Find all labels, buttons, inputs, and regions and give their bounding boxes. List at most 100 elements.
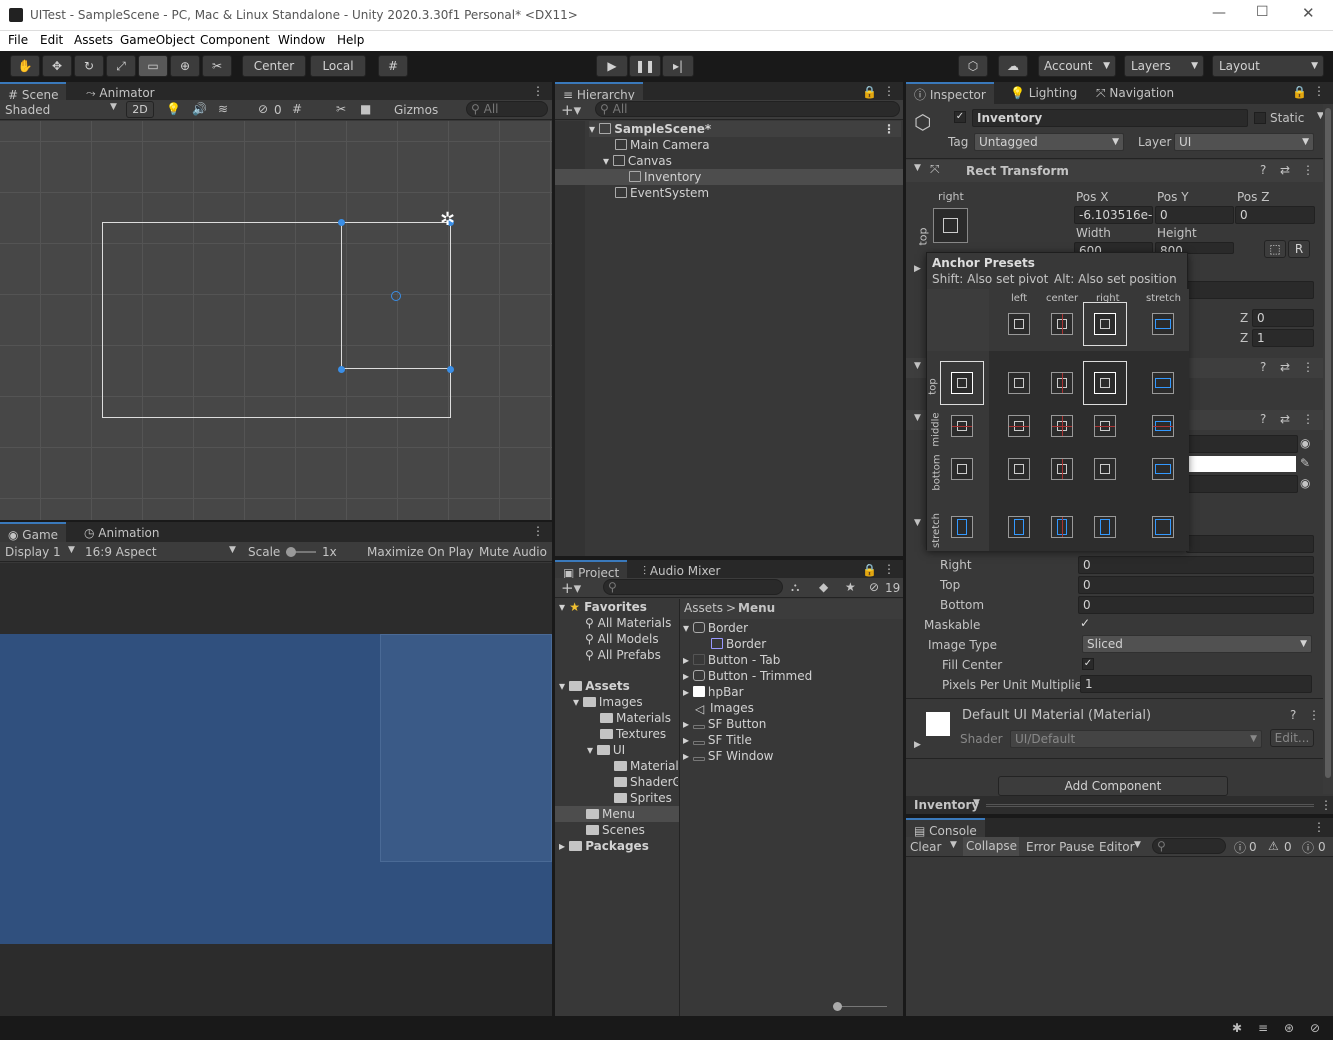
preview-menu-icon[interactable]: ⋮ (1320, 798, 1332, 812)
posy-input[interactable]: 0 (1155, 206, 1234, 224)
grid-icon[interactable]: # (292, 102, 302, 116)
auto-generate-lighting-icon[interactable]: ⊛ (1284, 1021, 1294, 1035)
info-icon[interactable]: ⓘ (1234, 839, 1246, 856)
transform-tool-icon[interactable]: ⊕ (170, 55, 200, 77)
asset-item[interactable]: ▾ Border (683, 620, 748, 636)
gizmos-dropdown[interactable]: Gizmos (394, 103, 438, 117)
posz-input[interactable]: 0 (1235, 206, 1315, 224)
scale-tool-icon[interactable]: ⤢ (106, 55, 136, 77)
anchor-preset-middle-right[interactable] (1084, 405, 1126, 447)
anchor-preset-top-right[interactable] (1083, 361, 1127, 405)
scale-z-input[interactable]: 1 (1252, 329, 1314, 347)
inspector-scrollbar[interactable] (1323, 104, 1333, 794)
error-pause-toggle[interactable]: Error Pause (1026, 840, 1094, 854)
anchor-preset-top-stretch[interactable] (1142, 362, 1184, 404)
console-search-input[interactable]: ⚲ (1152, 838, 1226, 854)
anchor-icon[interactable]: ✲ (440, 209, 455, 230)
right-input[interactable]: 0 (1078, 556, 1314, 574)
top-input[interactable]: 0 (1078, 576, 1314, 594)
close-icon[interactable]: ✕ (1302, 4, 1315, 22)
folder-ui-materials[interactable]: Materials (614, 758, 678, 774)
tree-item-samplescene[interactable]: ▾ SampleScene* ⋮ (589, 121, 901, 137)
component-menu-icon[interactable]: ⋮ (1302, 412, 1314, 426)
edit-shader-button[interactable]: Edit... (1270, 729, 1314, 747)
anchor-preset-middle-stretch[interactable] (1142, 405, 1184, 447)
scale-slider-thumb[interactable] (286, 547, 296, 557)
preview-title[interactable]: Inventory (914, 798, 979, 812)
rotate-tool-icon[interactable]: ↻ (74, 55, 104, 77)
hidden-field[interactable] (1186, 281, 1314, 299)
menu-gameobject[interactable]: GameObject (120, 33, 195, 47)
lock-icon[interactable]: 🔒 (1292, 85, 1307, 99)
scrollbar-thumb[interactable] (1325, 108, 1331, 778)
folder-scenes[interactable]: Scenes (586, 822, 645, 838)
tab-navigation[interactable]: ⤧ Navigation (1088, 82, 1182, 104)
display-dropdown[interactable]: Display 1 (5, 545, 61, 559)
shading-mode-dropdown[interactable]: Shaded (5, 103, 50, 117)
rect-tool-icon[interactable]: ▭ (138, 55, 168, 77)
move-tool-icon[interactable]: ✥ (42, 55, 72, 77)
raw-edit-button[interactable]: R (1288, 240, 1310, 258)
layer-dropdown[interactable]: UI ▼ (1174, 133, 1314, 151)
error-icon[interactable]: ⓘ (1302, 839, 1314, 856)
rect-handle[interactable] (447, 366, 454, 373)
preset-icon[interactable]: ⇄ (1280, 412, 1290, 426)
asset-item[interactable]: ▸ SF Button (683, 716, 766, 732)
hidden-packages-icon[interactable]: ⊘ (869, 580, 879, 594)
posx-input[interactable]: -6.103516e-0 (1074, 206, 1153, 224)
icon-size-slider-thumb[interactable] (833, 1002, 842, 1011)
rect-handle[interactable] (338, 366, 345, 373)
tab-lighting[interactable]: 💡 Lighting (1002, 82, 1085, 104)
favorite-item[interactable]: ⚲ All Models (585, 631, 659, 647)
anchor-preset-bottom-center[interactable] (1041, 448, 1083, 490)
menu-edit[interactable]: Edit (40, 33, 63, 47)
tree-item-main-camera[interactable]: Main Camera (615, 137, 710, 153)
bug-icon[interactable]: ✱ (1232, 1021, 1242, 1035)
custom-tool-icon[interactable]: ✂ (202, 55, 232, 77)
lock-icon[interactable]: 🔒 (862, 563, 877, 577)
scale-z-input[interactable]: 0 (1252, 309, 1314, 327)
tab-animation[interactable]: ◷ Animation (76, 522, 167, 544)
tab-inspector[interactable]: ⓘ Inspector (906, 82, 994, 104)
menu-component[interactable]: Component (200, 33, 270, 47)
add-icon[interactable]: +▾ (561, 579, 581, 597)
static-checkbox[interactable] (1254, 112, 1266, 124)
layers-dropdown[interactable]: Layers ▼ (1124, 55, 1204, 77)
effects-icon[interactable]: ≋ (218, 102, 228, 116)
icon-size-slider[interactable] (837, 1006, 887, 1007)
folder-textures[interactable]: Textures (600, 726, 666, 742)
add-icon[interactable]: +▾ (561, 101, 581, 119)
preview-splitter[interactable] (986, 804, 1314, 807)
rect-handle[interactable] (338, 219, 345, 226)
fill-center-checkbox[interactable]: ✓ (1082, 658, 1094, 670)
material-field[interactable] (1186, 475, 1298, 493)
scene-menu-icon[interactable]: ⋮ (532, 84, 544, 98)
layout-dropdown[interactable]: Layout ▼ (1212, 55, 1324, 77)
asset-item[interactable]: ▸ hpBar (683, 684, 744, 700)
anchor-preset-none-left[interactable] (998, 303, 1040, 345)
hierarchy-menu-icon[interactable]: ⋮ (883, 84, 895, 98)
aspect-dropdown[interactable]: 16:9 Aspect (85, 545, 157, 559)
ppu-input[interactable]: 1 (1080, 675, 1312, 693)
anchor-preset-bottom-left[interactable] (998, 448, 1040, 490)
packages-folder[interactable]: ▸ Packages (559, 838, 649, 854)
help-icon[interactable]: ? (1260, 163, 1266, 177)
grid-snap-icon[interactable]: # (378, 55, 408, 77)
chevron-right-icon[interactable]: ▶ (914, 264, 921, 274)
help-icon[interactable]: ? (1260, 360, 1266, 374)
anchor-presets-button[interactable] (933, 208, 968, 243)
asset-item[interactable]: ▸ SF Title (683, 732, 752, 748)
anchor-preset-stretch-stretch[interactable] (1142, 506, 1184, 548)
anchor-preset-none-stretch[interactable] (1142, 303, 1184, 345)
tree-item-inventory[interactable]: Inventory (555, 169, 903, 185)
pivot-center-button[interactable]: Center (242, 55, 306, 77)
star-icon[interactable]: ★ (845, 580, 856, 594)
folder-materials[interactable]: Materials (600, 710, 671, 726)
filter-label-icon[interactable]: ◆ (819, 580, 828, 594)
anchor-preset-top-none[interactable] (940, 361, 984, 405)
step-button[interactable]: ▸| (662, 55, 694, 77)
pivot-local-button[interactable]: Local (310, 55, 366, 77)
object-picker-icon[interactable]: ◉ (1300, 436, 1310, 450)
folder-menu[interactable]: Menu (555, 806, 679, 822)
folder-images[interactable]: ▾ Images (573, 694, 643, 710)
